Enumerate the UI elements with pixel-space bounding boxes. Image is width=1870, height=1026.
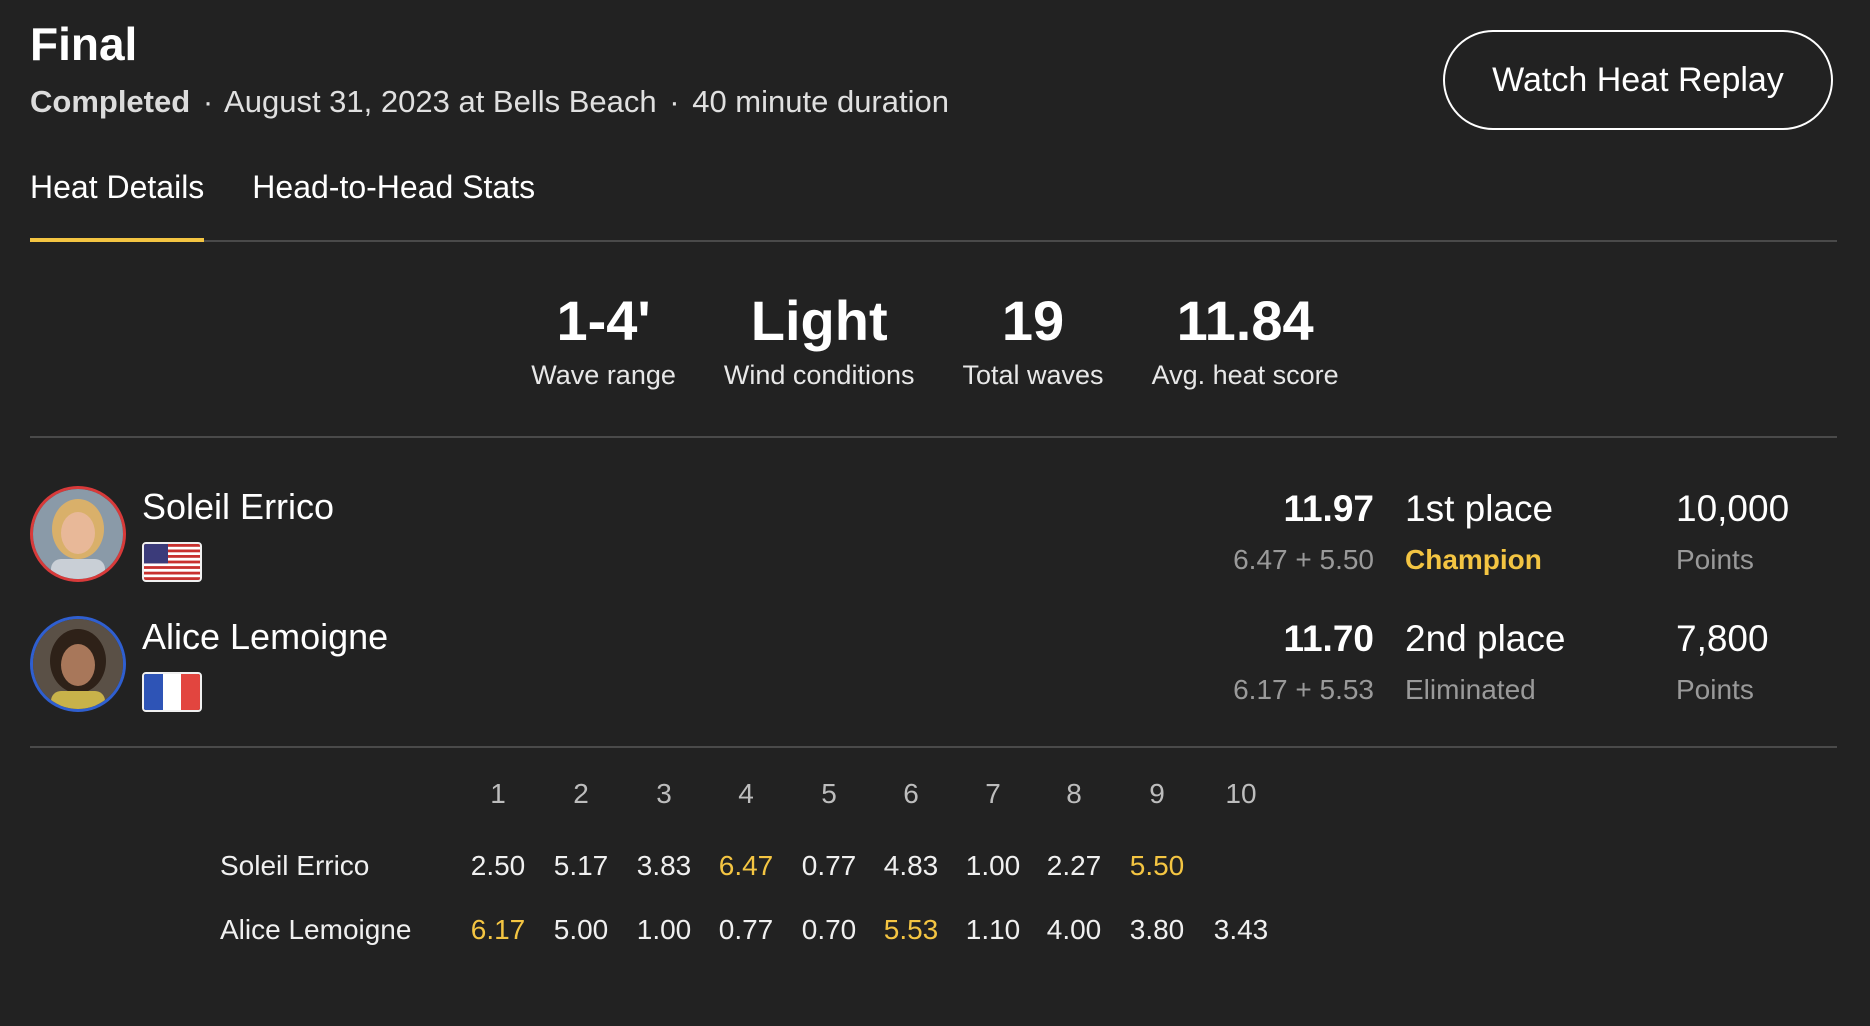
- status-label: Completed: [30, 84, 191, 119]
- stat-label: Wind conditions: [723, 360, 915, 390]
- result-badge: Champion: [1405, 544, 1542, 575]
- wave-score: 0.77: [718, 914, 774, 945]
- divider: [30, 436, 1837, 438]
- result-label: Eliminated: [1405, 674, 1536, 705]
- wave-score: 5.00: [553, 914, 609, 945]
- points-label: Points: [1676, 674, 1754, 705]
- wave-score: 2.27: [1046, 850, 1102, 881]
- wave-score: 4.00: [1046, 914, 1102, 945]
- wave-number-header: 1 2 3 4 5 6 7 8 9 10: [0, 778, 1870, 818]
- table-row: Soleil Errico 2.50 5.17 3.83 6.47 0.77 4.83 1.…: [0, 850, 1870, 890]
- heat-total-score: 11.97: [1283, 488, 1374, 529]
- surfer-photo-icon: [33, 619, 123, 709]
- tab-heat-details[interactable]: Heat Details: [30, 162, 205, 242]
- fr-flag-icon: [142, 672, 202, 712]
- row-surfer-name: Alice Lemoigne: [220, 914, 412, 945]
- stat-value: 1-4': [556, 289, 651, 352]
- stat-label: Wave range: [531, 360, 676, 390]
- wave-score: 1.00: [636, 914, 692, 945]
- placing: 1st place: [1405, 488, 1554, 529]
- wave-score: 3.83: [636, 850, 692, 881]
- stat-label: Avg. heat score: [1151, 360, 1339, 390]
- wave-number: 4: [738, 778, 754, 809]
- wave-score: 2.50: [470, 850, 526, 881]
- heat-header: Final Completed · August 31, 2023 at Bel…: [30, 18, 949, 122]
- separator: ·: [202, 84, 214, 119]
- score-breakdown: 6.17 + 5.53: [1233, 674, 1374, 705]
- surfer-row[interactable]: Alice Lemoigne 11.70 6.17 + 5.53 2nd pla…: [30, 616, 1837, 726]
- separator: ·: [669, 84, 680, 119]
- stat-avg-heat-score: 11.84 Avg. heat score: [1152, 290, 1339, 391]
- stat-value: Light: [750, 289, 888, 352]
- us-flag-icon: [142, 542, 202, 582]
- wave-score: 6.47: [718, 850, 774, 881]
- heat-stats: 1-4' Wave range Light Wind conditions 19…: [0, 290, 1870, 391]
- wave-number: 6: [903, 778, 919, 809]
- surfer-name[interactable]: Alice Lemoigne: [142, 616, 388, 658]
- score-breakdown: 6.47 + 5.50: [1233, 544, 1374, 575]
- wave-score: 0.70: [801, 914, 857, 945]
- watch-heat-replay-button[interactable]: Watch Heat Replay: [1443, 30, 1833, 130]
- wave-score: 5.53: [883, 914, 939, 945]
- wave-score: 3.43: [1213, 914, 1269, 945]
- heat-meta: Completed · August 31, 2023 at Bells Bea…: [30, 82, 949, 122]
- points-value: 10,000: [1676, 488, 1790, 529]
- wave-number: 5: [821, 778, 837, 809]
- stat-value: 19: [1001, 289, 1065, 352]
- stat-value: 11.84: [1176, 289, 1314, 352]
- wave-number: 9: [1149, 778, 1165, 809]
- surfer-photo-icon: [33, 489, 123, 579]
- wave-number: 1: [490, 778, 506, 809]
- tab-head-to-head-stats[interactable]: Head-to-Head Stats: [252, 162, 535, 240]
- wave-number: 7: [985, 778, 1001, 809]
- divider: [30, 746, 1837, 748]
- placing: 2nd place: [1405, 618, 1566, 659]
- date-location: August 31, 2023 at Bells Beach: [224, 84, 657, 119]
- wave-score: 1.00: [965, 850, 1021, 881]
- avatar[interactable]: [30, 486, 126, 582]
- wave-score: 5.17: [553, 850, 609, 881]
- wave-score: 6.17: [470, 914, 526, 945]
- wave-score: 5.50: [1129, 850, 1185, 881]
- stat-wind-conditions: Light Wind conditions: [724, 290, 915, 391]
- stat-wave-range: 1-4' Wave range: [531, 290, 676, 391]
- surfer-name[interactable]: Soleil Errico: [142, 486, 334, 528]
- wave-score: 0.77: [801, 850, 857, 881]
- stat-label: Total waves: [962, 360, 1104, 390]
- surfer-row[interactable]: Soleil Errico 11.97 6.47 + 5.50 1st plac…: [30, 486, 1837, 596]
- points-label: Points: [1676, 544, 1754, 575]
- wave-score: 4.83: [883, 850, 939, 881]
- wave-score: 1.10: [965, 914, 1021, 945]
- page-title: Final: [30, 18, 138, 70]
- heat-total-score: 11.70: [1283, 618, 1374, 659]
- row-surfer-name: Soleil Errico: [220, 850, 370, 881]
- wave-number: 10: [1225, 778, 1257, 809]
- tab-bar: Heat Details Head-to-Head Stats: [30, 162, 1837, 242]
- points-value: 7,800: [1676, 618, 1769, 659]
- wave-number: 8: [1066, 778, 1082, 809]
- wave-number: 2: [573, 778, 589, 809]
- wave-score: 3.80: [1129, 914, 1185, 945]
- stat-total-waves: 19 Total waves: [962, 290, 1103, 391]
- duration: 40 minute duration: [692, 84, 949, 119]
- wave-number: 3: [656, 778, 672, 809]
- table-row: Alice Lemoigne 6.17 5.00 1.00 0.77 0.70 5.53 1…: [0, 914, 1870, 954]
- avatar[interactable]: [30, 616, 126, 712]
